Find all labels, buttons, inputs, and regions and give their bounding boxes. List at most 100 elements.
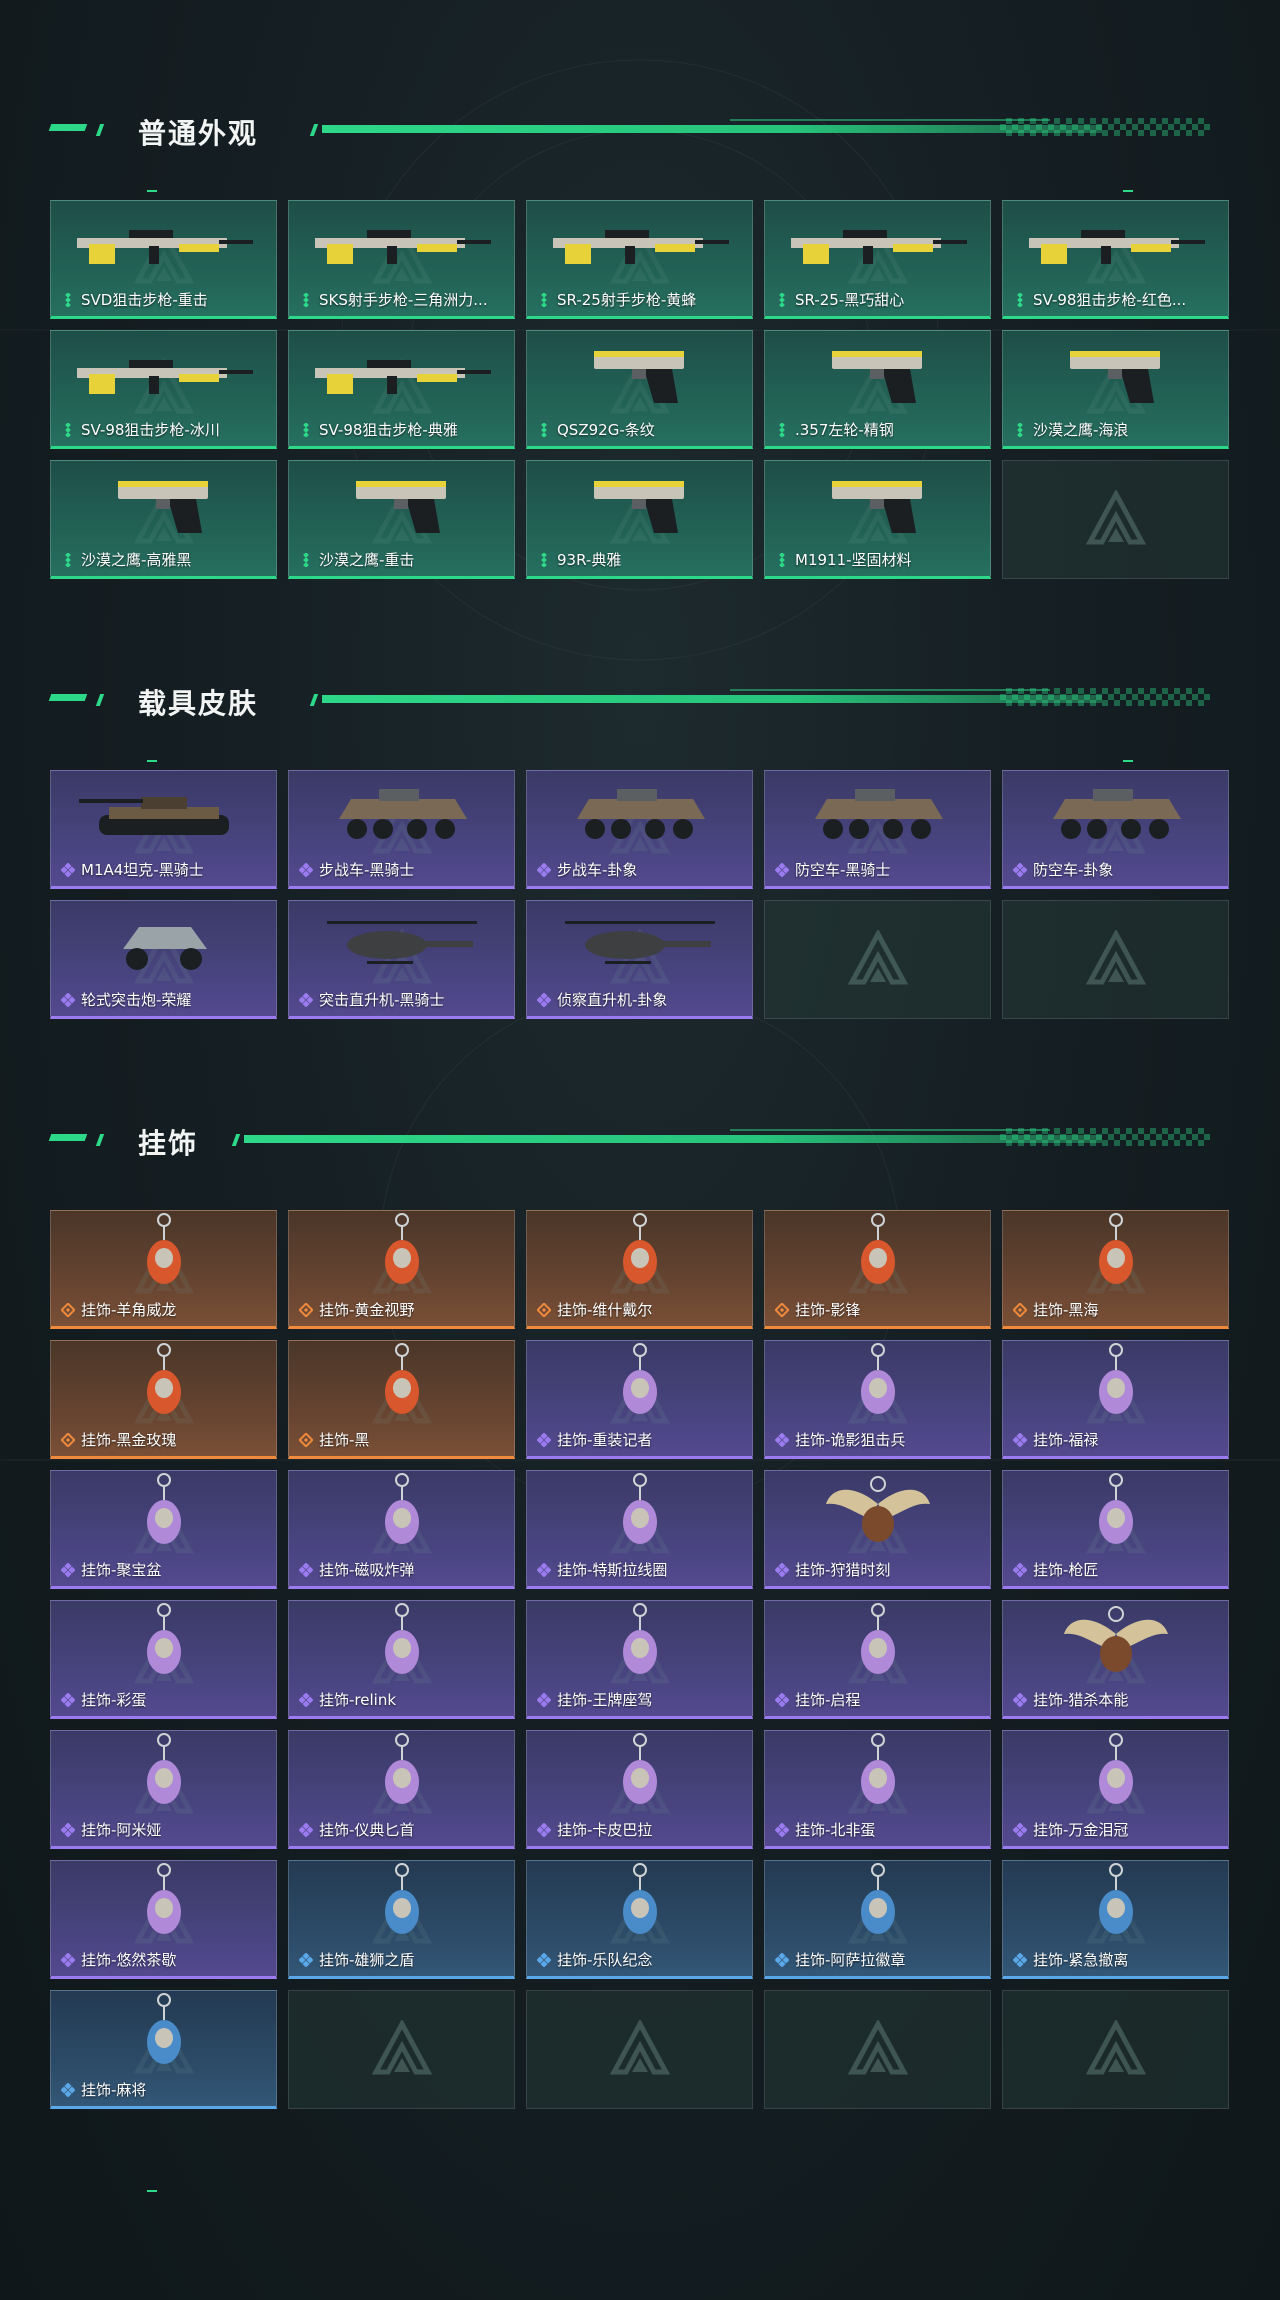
item-card[interactable]: SVD狙击步枪-重击 (50, 200, 277, 319)
rarity-purple-icon (61, 992, 75, 1007)
rarity-green-icon (541, 422, 547, 437)
item-card[interactable]: 挂饰-启程 (764, 1600, 991, 1719)
item-card[interactable]: 挂饰-黑金玫瑰 (50, 1340, 277, 1459)
revolver-icon (765, 331, 990, 417)
item-card[interactable]: SV-98狙击步枪-典雅 (288, 330, 515, 449)
deco-dash (147, 760, 157, 762)
item-card[interactable]: 挂饰-维什戴尔 (526, 1210, 753, 1329)
rarity-purple-icon (61, 1692, 75, 1707)
header-dash (48, 1134, 88, 1141)
item-card[interactable]: SV-98狙击步枪-冰川 (50, 330, 277, 449)
item-card[interactable]: 挂饰-重装记者 (526, 1340, 753, 1459)
item-card[interactable]: 防空车-黑骑士 (764, 770, 991, 889)
charm-icon (527, 1601, 752, 1687)
item-card[interactable]: 挂饰-万金泪冠 (1002, 1730, 1229, 1849)
item-card[interactable]: 挂饰-黑海 (1002, 1210, 1229, 1329)
rarity-purple-icon (61, 1822, 75, 1837)
item-card[interactable]: 沙漠之鹰-重击 (288, 460, 515, 579)
item-card[interactable]: 挂饰-狩猎时刻 (764, 1470, 991, 1589)
item-card[interactable]: SR-25-黑巧甜心 (764, 200, 991, 319)
item-card[interactable]: 挂饰-福禄 (1002, 1340, 1229, 1459)
item-card[interactable]: 挂饰-雄狮之盾 (288, 1860, 515, 1979)
item-card[interactable]: 挂饰-悠然茶歇 (50, 1860, 277, 1979)
item-card[interactable]: 挂饰-北非蛋 (764, 1730, 991, 1849)
item-card[interactable]: 突击直升机-黑骑士 (288, 900, 515, 1019)
item-card[interactable]: 挂饰-卡皮巴拉 (526, 1730, 753, 1849)
empty-slot (526, 1990, 753, 2109)
item-card[interactable]: 挂饰-特斯拉线圈 (526, 1470, 753, 1589)
item-card[interactable]: M1A4坦克-黑骑士 (50, 770, 277, 889)
item-name: 挂饰-聚宝盆 (81, 1561, 162, 1579)
item-card[interactable]: 挂饰-黄金视野 (288, 1210, 515, 1329)
item-name: 轮式突击炮-荣耀 (81, 991, 192, 1009)
charm-icon (527, 1211, 752, 1297)
rarity-green-icon (65, 292, 71, 307)
item-card[interactable]: 93R-典雅 (526, 460, 753, 579)
item-card[interactable]: 挂饰-relink (288, 1600, 515, 1719)
section-charms: 挂饰 挂饰-羊角威龙 挂饰-黄金视野 挂饰-维什戴尔 挂饰-影锋 挂饰-黑海 挂… (48, 1120, 1230, 2192)
item-card[interactable]: 挂饰-黑 (288, 1340, 515, 1459)
item-card[interactable]: 挂饰-猎杀本能 (1002, 1600, 1229, 1719)
item-card[interactable]: 挂饰-彩蛋 (50, 1600, 277, 1719)
charm-icon (51, 1991, 276, 2077)
item-card[interactable]: M1911-坚固材料 (764, 460, 991, 579)
item-card[interactable]: 挂饰-紧急撤离 (1002, 1860, 1229, 1979)
item-card[interactable]: SR-25射手步枪-黄蜂 (526, 200, 753, 319)
pistol-icon (527, 461, 752, 547)
rarity-purple-icon (299, 1562, 313, 1577)
header-dash (95, 694, 105, 706)
item-card[interactable]: .357左轮-精钢 (764, 330, 991, 449)
item-name: 挂饰-紧急撤离 (1033, 1951, 1129, 1969)
item-label: 步战车-黑骑士 (299, 859, 414, 880)
item-card[interactable]: 挂饰-枪匠 (1002, 1470, 1229, 1589)
item-card[interactable]: 挂饰-仪典匕首 (288, 1730, 515, 1849)
rarity-green-icon (303, 422, 309, 437)
item-card[interactable]: 挂饰-阿米娅 (50, 1730, 277, 1849)
item-label: 防空车-黑骑士 (775, 859, 890, 880)
item-card[interactable]: 轮式突击炮-荣耀 (50, 900, 277, 1019)
item-card[interactable]: SKS射手步枪-三角洲力... (288, 200, 515, 319)
deco-dash (1123, 190, 1133, 192)
item-card[interactable]: 挂饰-阿萨拉徽章 (764, 1860, 991, 1979)
item-card[interactable]: 侦察直升机-卦象 (526, 900, 753, 1019)
item-label: 挂饰-福禄 (1013, 1429, 1098, 1450)
item-card[interactable]: QSZ92G-条纹 (526, 330, 753, 449)
logo-watermark-icon (1085, 2019, 1146, 2074)
item-card[interactable]: 挂饰-影锋 (764, 1210, 991, 1329)
item-name: QSZ92G-条纹 (557, 421, 655, 439)
item-card[interactable]: 步战车-黑骑士 (288, 770, 515, 889)
charm-icon (765, 1341, 990, 1427)
item-card[interactable]: 步战车-卦象 (526, 770, 753, 889)
item-card[interactable]: 防空车-卦象 (1002, 770, 1229, 889)
item-label: 挂饰-磁吸炸弹 (299, 1559, 414, 1580)
item-card[interactable]: 沙漠之鹰-高雅黑 (50, 460, 277, 579)
rarity-orange-icon (775, 1302, 789, 1317)
charm-icon (289, 1861, 514, 1947)
item-grid: M1A4坦克-黑骑士 步战车-黑骑士 步战车-卦象 防空车-黑骑士 防空车-卦象… (50, 770, 1229, 1019)
armored-vehicle-icon (527, 771, 752, 857)
item-card[interactable]: 挂饰-王牌座驾 (526, 1600, 753, 1719)
rarity-orange-icon (61, 1302, 75, 1317)
item-name: SV-98狙击步枪-冰川 (81, 421, 220, 439)
item-card[interactable]: 挂饰-乐队纪念 (526, 1860, 753, 1979)
rifle-icon (289, 201, 514, 287)
item-card[interactable]: 挂饰-麻将 (50, 1990, 277, 2109)
item-card[interactable]: 挂饰-羊角威龙 (50, 1210, 277, 1329)
item-name: 突击直升机-黑骑士 (319, 991, 445, 1009)
item-label: 挂饰-狩猎时刻 (775, 1559, 890, 1580)
item-card[interactable]: SV-98狙击步枪-红色... (1002, 200, 1229, 319)
item-label: SR-25-黑巧甜心 (775, 289, 904, 310)
item-card[interactable]: 挂饰-聚宝盆 (50, 1470, 277, 1589)
item-card[interactable]: 沙漠之鹰-海浪 (1002, 330, 1229, 449)
charm-icon (1003, 1471, 1228, 1557)
rarity-purple-icon (775, 1432, 789, 1447)
empty-slot (764, 1990, 991, 2109)
item-label: 挂饰-黑海 (1013, 1299, 1098, 1320)
item-card[interactable]: 挂饰-磁吸炸弹 (288, 1470, 515, 1589)
item-label: .357左轮-精钢 (775, 419, 894, 440)
item-label: 挂饰-万金泪冠 (1013, 1819, 1128, 1840)
header-tick (309, 694, 319, 706)
item-name: 挂饰-仪典匕首 (319, 1821, 415, 1839)
rarity-blue-icon (537, 1952, 551, 1967)
item-card[interactable]: 挂饰-诡影狙击兵 (764, 1340, 991, 1459)
